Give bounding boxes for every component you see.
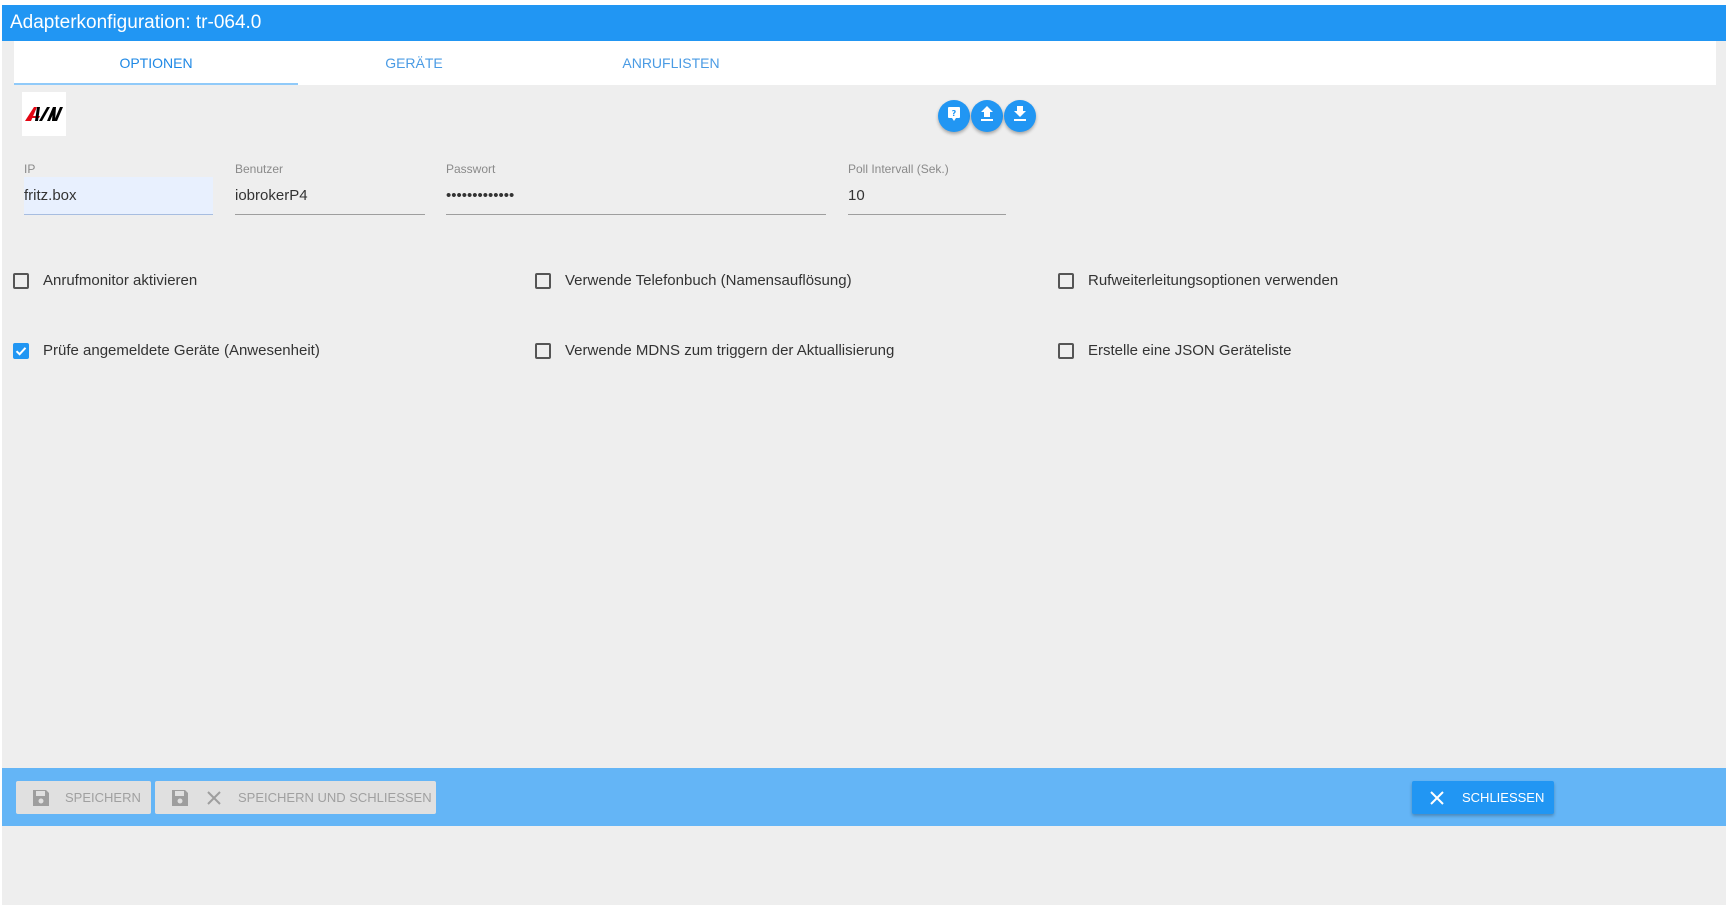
- telefonbuch-label: Verwende Telefonbuch (Namensauflösung): [565, 272, 852, 289]
- save-and-close-label: SPEICHERN UND SCHLIESSEN: [238, 790, 432, 805]
- json-geraeteliste-label: Erstelle eine JSON Geräteliste: [1088, 342, 1292, 359]
- upload-button[interactable]: [971, 100, 1003, 132]
- mdns-label: Verwende MDNS zum triggern der Aktuallis…: [565, 342, 895, 359]
- ip-input[interactable]: [24, 177, 213, 215]
- option-anwesenheit[interactable]: Prüfe angemeldete Geräte (Anwesenheit): [13, 342, 320, 359]
- tab-anruflisten[interactable]: ANRUFLISTEN: [529, 41, 813, 85]
- rufweiterleitung-label: Rufweiterleitungsoptionen verwenden: [1088, 272, 1339, 289]
- json-geraeteliste-checkbox[interactable]: [1058, 342, 1074, 359]
- close-button[interactable]: SCHLIESSEN: [1412, 781, 1554, 814]
- tab-optionen[interactable]: OPTIONEN: [14, 41, 298, 85]
- password-input[interactable]: [446, 177, 826, 215]
- password-label: Passwort: [446, 162, 496, 176]
- option-anrufmonitor[interactable]: Anrufmonitor aktivieren: [13, 272, 197, 289]
- close-icon: [1430, 790, 1444, 805]
- checkmark-icon: [15, 346, 27, 356]
- footer-bar: SPEICHERN SPEICHERN UND SCHLIESSEN SCHLI…: [2, 768, 1726, 826]
- option-json-geraeteliste[interactable]: Erstelle eine JSON Geräteliste: [1058, 342, 1291, 359]
- upload-icon: [980, 105, 994, 127]
- telefonbuch-checkbox[interactable]: [535, 272, 551, 289]
- poll-interval-input[interactable]: [848, 177, 1006, 215]
- ip-label: IP: [24, 162, 36, 176]
- close-icon: [207, 790, 221, 805]
- close-label: SCHLIESSEN: [1462, 790, 1545, 805]
- tab-bar: OPTIONEN GERÄTE ANRUFLISTEN: [14, 41, 1716, 85]
- anwesenheit-checkbox[interactable]: [13, 342, 29, 359]
- option-telefonbuch[interactable]: Verwende Telefonbuch (Namensauflösung): [535, 272, 852, 289]
- download-icon: [1013, 105, 1027, 127]
- anrufmonitor-label: Anrufmonitor aktivieren: [43, 272, 198, 289]
- tab-geraete[interactable]: GERÄTE: [272, 41, 556, 85]
- window-title: Adapterkonfiguration: tr-064.0: [2, 5, 1726, 41]
- download-button[interactable]: [1004, 100, 1036, 132]
- anrufmonitor-checkbox[interactable]: [13, 272, 29, 289]
- save-icon: [171, 789, 189, 807]
- rufweiterleitung-checkbox[interactable]: [1058, 272, 1074, 289]
- save-label: SPEICHERN: [65, 790, 141, 805]
- save-button[interactable]: SPEICHERN: [16, 781, 151, 814]
- avm-logo: [22, 92, 66, 136]
- help-button[interactable]: ?: [938, 100, 970, 132]
- svg-text:?: ?: [952, 109, 957, 118]
- save-icon: [32, 789, 50, 807]
- user-label: Benutzer: [235, 162, 284, 176]
- user-input[interactable]: [235, 177, 425, 215]
- adapter-config-window: Adapterkonfiguration: tr-064.0 OPTIONEN …: [2, 5, 1726, 905]
- anwesenheit-label: Prüfe angemeldete Geräte (Anwesenheit): [43, 342, 320, 359]
- save-and-close-button[interactable]: SPEICHERN UND SCHLIESSEN: [155, 781, 436, 814]
- option-mdns[interactable]: Verwende MDNS zum triggern der Aktuallis…: [535, 342, 894, 359]
- mdns-checkbox[interactable]: [535, 342, 551, 359]
- help-icon: ?: [947, 106, 961, 127]
- option-rufweiterleitung[interactable]: Rufweiterleitungsoptionen verwenden: [1058, 272, 1338, 289]
- active-tab-indicator: [14, 83, 298, 85]
- poll-label: Poll Intervall (Sek.): [848, 162, 949, 176]
